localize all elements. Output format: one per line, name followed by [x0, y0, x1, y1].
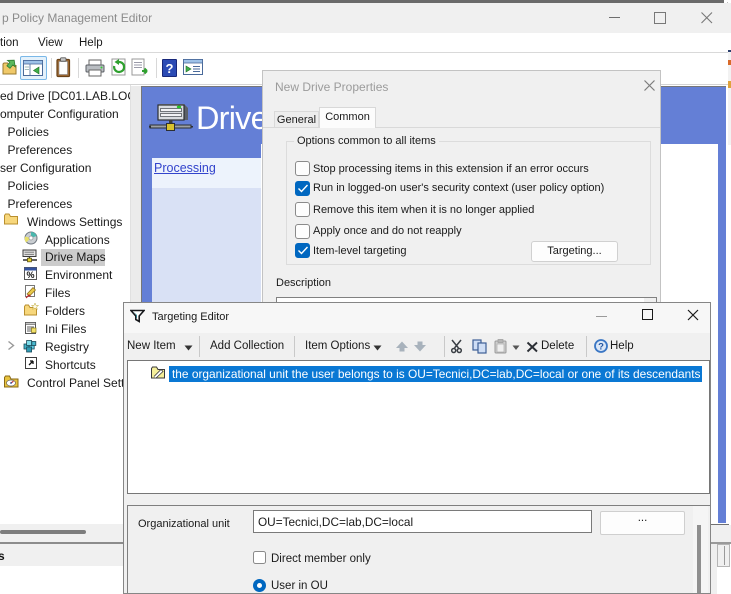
svg-text:%: %	[26, 270, 34, 280]
svg-text:?: ?	[598, 342, 604, 353]
